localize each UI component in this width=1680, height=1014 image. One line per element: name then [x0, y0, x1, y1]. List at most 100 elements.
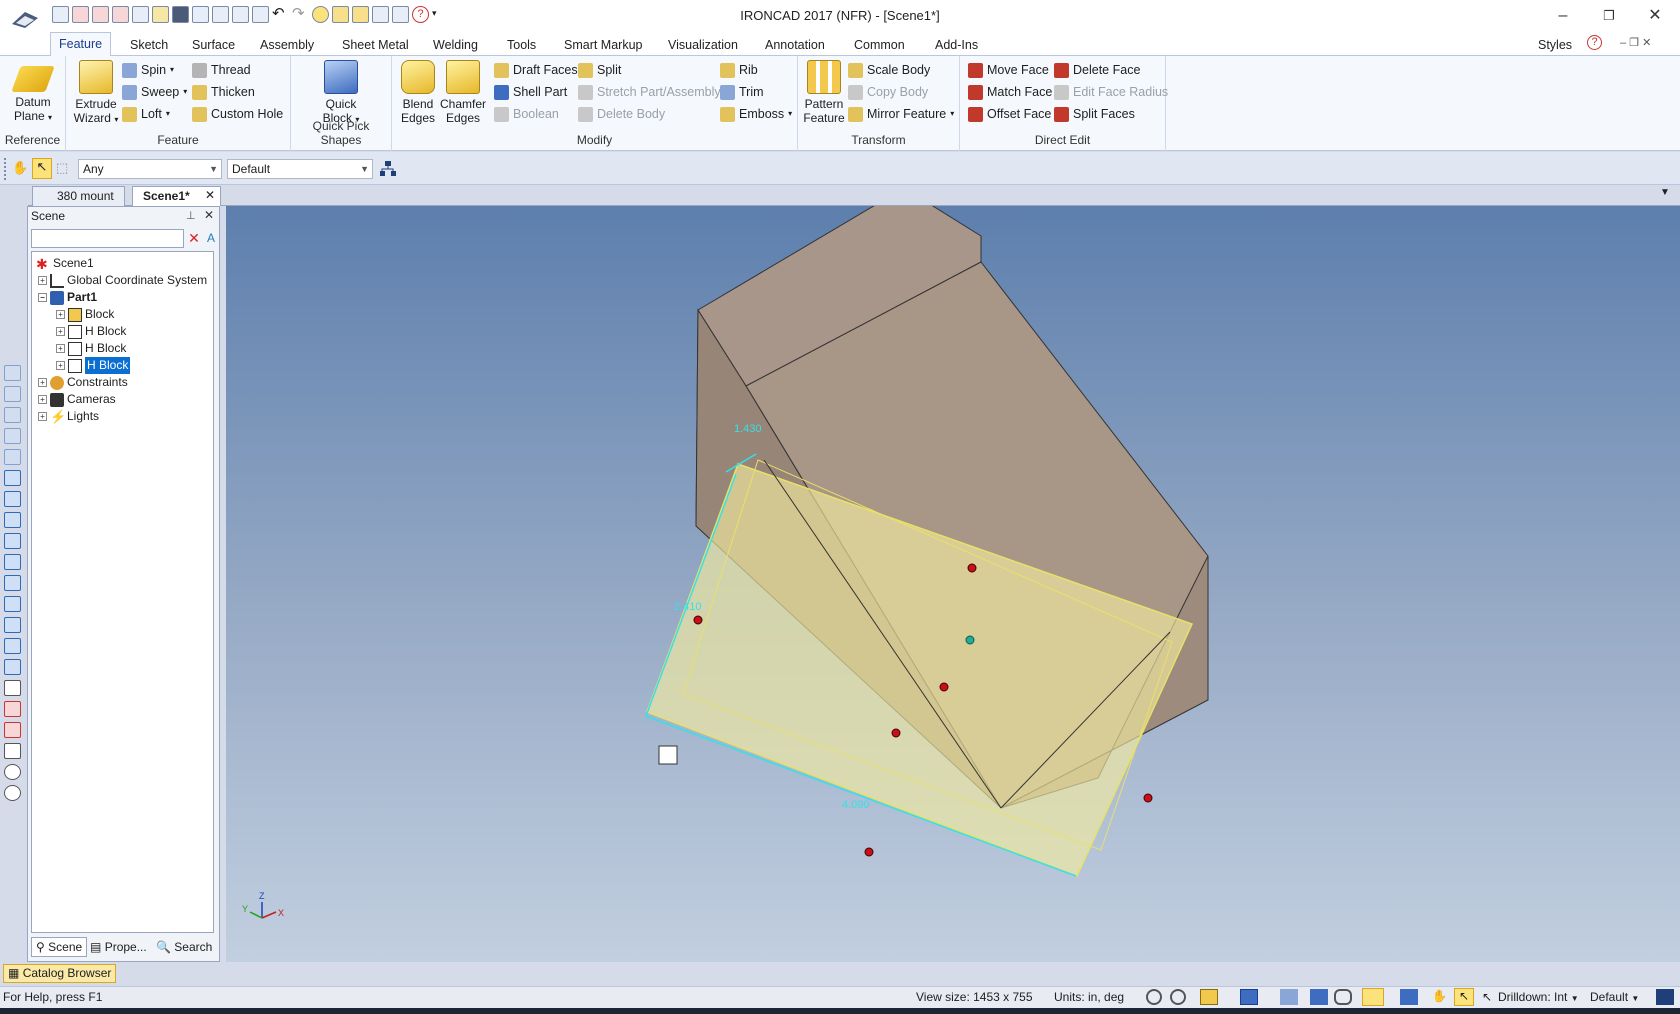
mirror-feature-button[interactable]: Mirror Feature ▾: [848, 104, 954, 124]
dimension-height-text[interactable]: 2.410: [674, 601, 702, 613]
tab-annotation[interactable]: Annotation: [757, 36, 833, 56]
render-mode-icon[interactable]: [1240, 989, 1258, 1005]
left-view-icon[interactable]: [4, 512, 21, 528]
default-combo[interactable]: Default ▼: [1590, 989, 1650, 1007]
hierarchy-status-icon[interactable]: [1656, 989, 1674, 1005]
tree-node-part1[interactable]: − Part1: [38, 289, 97, 306]
dimension-width-text[interactable]: 4.090: [842, 799, 870, 811]
size-handle-bottom[interactable]: [864, 847, 874, 857]
shading-icon[interactable]: [1362, 988, 1384, 1006]
size-handle-right[interactable]: [1143, 793, 1153, 803]
thread-button[interactable]: Thread: [192, 60, 251, 80]
expand-icon[interactable]: +: [56, 310, 65, 319]
close-tab-icon[interactable]: ✕: [205, 188, 219, 202]
edit-face-radius-button[interactable]: Edit Face Radius: [1054, 82, 1168, 102]
tab-assembly[interactable]: Assembly: [252, 36, 322, 56]
triball-handle-icon[interactable]: [658, 745, 678, 765]
scene-bottom-tab[interactable]: ⚲ Scene: [31, 937, 88, 957]
extrude-wizard-button[interactable]: Extrude Wizard ▾: [70, 60, 122, 127]
styles-menu[interactable]: Styles: [1530, 36, 1580, 56]
3d-viewport[interactable]: 1.430 2.410 4.090 Z X Y: [226, 206, 1680, 962]
offset-face-button[interactable]: Offset Face: [968, 104, 1051, 124]
size-handle-center[interactable]: [939, 682, 949, 692]
stretch-button[interactable]: Stretch Part/Assembly: [578, 82, 721, 102]
tree-node-cameras[interactable]: + Cameras: [38, 391, 116, 408]
tab-sheet-metal[interactable]: Sheet Metal: [334, 36, 417, 56]
pin-icon[interactable]: ⊥: [186, 209, 196, 222]
tree-node-h-block-1[interactable]: + H Block: [56, 323, 126, 340]
expand-icon[interactable]: +: [38, 395, 47, 404]
top-view-icon[interactable]: [4, 491, 21, 507]
restore-button[interactable]: ❐: [1586, 4, 1632, 28]
display-icon[interactable]: [1280, 989, 1298, 1005]
section-icon[interactable]: [4, 701, 21, 717]
tree-node-global-coordinate-system[interactable]: + Global Coordinate System: [38, 272, 207, 289]
view-tool-1-icon[interactable]: [4, 365, 21, 381]
look-at-icon[interactable]: [4, 722, 21, 738]
clear-filter-icon[interactable]: ✕: [186, 230, 202, 247]
style-combo[interactable]: Default ▼: [227, 159, 373, 179]
hand-select-icon[interactable]: ✋: [1432, 989, 1450, 1005]
scene-canvas[interactable]: 1.430 2.410 4.090 Z X Y: [226, 206, 1680, 962]
tree-node-lights[interactable]: + ⚡ Lights: [38, 408, 99, 425]
filter-options-icon[interactable]: A: [203, 230, 219, 247]
expand-icon[interactable]: +: [38, 412, 47, 421]
minimize-button[interactable]: –: [1540, 4, 1586, 28]
tab-common[interactable]: Common: [846, 36, 913, 56]
orbit-icon[interactable]: [4, 764, 21, 780]
roll-icon[interactable]: [4, 785, 21, 801]
tab-tools[interactable]: Tools: [499, 36, 544, 56]
size-handle-left[interactable]: [693, 615, 703, 625]
select-other-icon[interactable]: ⬚: [56, 160, 74, 178]
size-handle-top[interactable]: [967, 563, 977, 573]
zoom-window-icon[interactable]: [1170, 989, 1186, 1005]
close-button[interactable]: ✕: [1632, 4, 1678, 28]
chamfer-edges-button[interactable]: Chamfer Edges: [440, 60, 486, 125]
match-face-button[interactable]: Match Face: [968, 82, 1052, 102]
front-view-icon[interactable]: [4, 470, 21, 486]
move-face-button[interactable]: Move Face: [968, 60, 1049, 80]
tab-feature[interactable]: Feature: [50, 32, 112, 57]
tolerance-icon[interactable]: [1400, 989, 1418, 1005]
expand-icon[interactable]: +: [38, 276, 47, 285]
shell-part-button[interactable]: Shell Part: [494, 82, 567, 102]
trim-button[interactable]: Trim: [720, 82, 764, 102]
view-tool-5-icon[interactable]: [4, 449, 21, 465]
thicken-button[interactable]: Thicken: [192, 82, 255, 102]
tree-node-constraints[interactable]: + Constraints: [38, 374, 128, 391]
boolean-button[interactable]: Boolean: [494, 104, 559, 124]
view-tool-4-icon[interactable]: [4, 428, 21, 444]
tab-surface[interactable]: Surface: [184, 36, 243, 56]
quick-block-button[interactable]: Quick Block ▾: [313, 60, 369, 127]
expand-icon[interactable]: +: [56, 327, 65, 336]
tab-smart-markup[interactable]: Smart Markup: [556, 36, 651, 56]
split-button[interactable]: Split: [578, 60, 621, 80]
tree-node-scene1[interactable]: ✱ Scene1: [36, 255, 94, 272]
iso-view-icon[interactable]: [4, 596, 21, 612]
expand-icon[interactable]: +: [56, 344, 65, 353]
sweep-button[interactable]: Sweep ▾: [122, 82, 187, 102]
delete-body-button[interactable]: Delete Body: [578, 104, 665, 124]
catalog-browser-button[interactable]: ▦ Catalog Browser: [3, 964, 117, 983]
tab-sketch[interactable]: Sketch: [122, 36, 176, 56]
shadow-icon[interactable]: [1310, 989, 1328, 1005]
dimension-depth-text[interactable]: 1.430: [734, 423, 762, 435]
view-tool-2-icon[interactable]: [4, 386, 21, 402]
collapse-icon[interactable]: −: [38, 293, 47, 302]
pattern-feature-button[interactable]: Pattern Feature: [802, 60, 846, 125]
back-view-icon[interactable]: [4, 554, 21, 570]
view-cube-icon[interactable]: [4, 617, 21, 633]
pan-icon[interactable]: [4, 659, 21, 675]
blend-edges-button[interactable]: Blend Edges: [398, 60, 438, 125]
ribbon-help-icon[interactable]: ?: [1587, 35, 1602, 50]
doc-tab-380-mount[interactable]: 380 mount: [32, 186, 125, 206]
tab-list-icon[interactable]: ▼: [1660, 187, 1670, 198]
emboss-button[interactable]: Emboss ▾: [720, 104, 792, 124]
rib-button[interactable]: Rib: [720, 60, 758, 80]
draft-faces-button[interactable]: Draft Faces: [494, 60, 578, 80]
size-handle-center-2[interactable]: [891, 728, 901, 738]
scene-search-input[interactable]: [31, 229, 184, 248]
delete-face-button[interactable]: Delete Face: [1054, 60, 1140, 80]
pointer-status-icon[interactable]: ↖: [1454, 988, 1474, 1006]
spin-button[interactable]: Spin ▾: [122, 60, 174, 80]
